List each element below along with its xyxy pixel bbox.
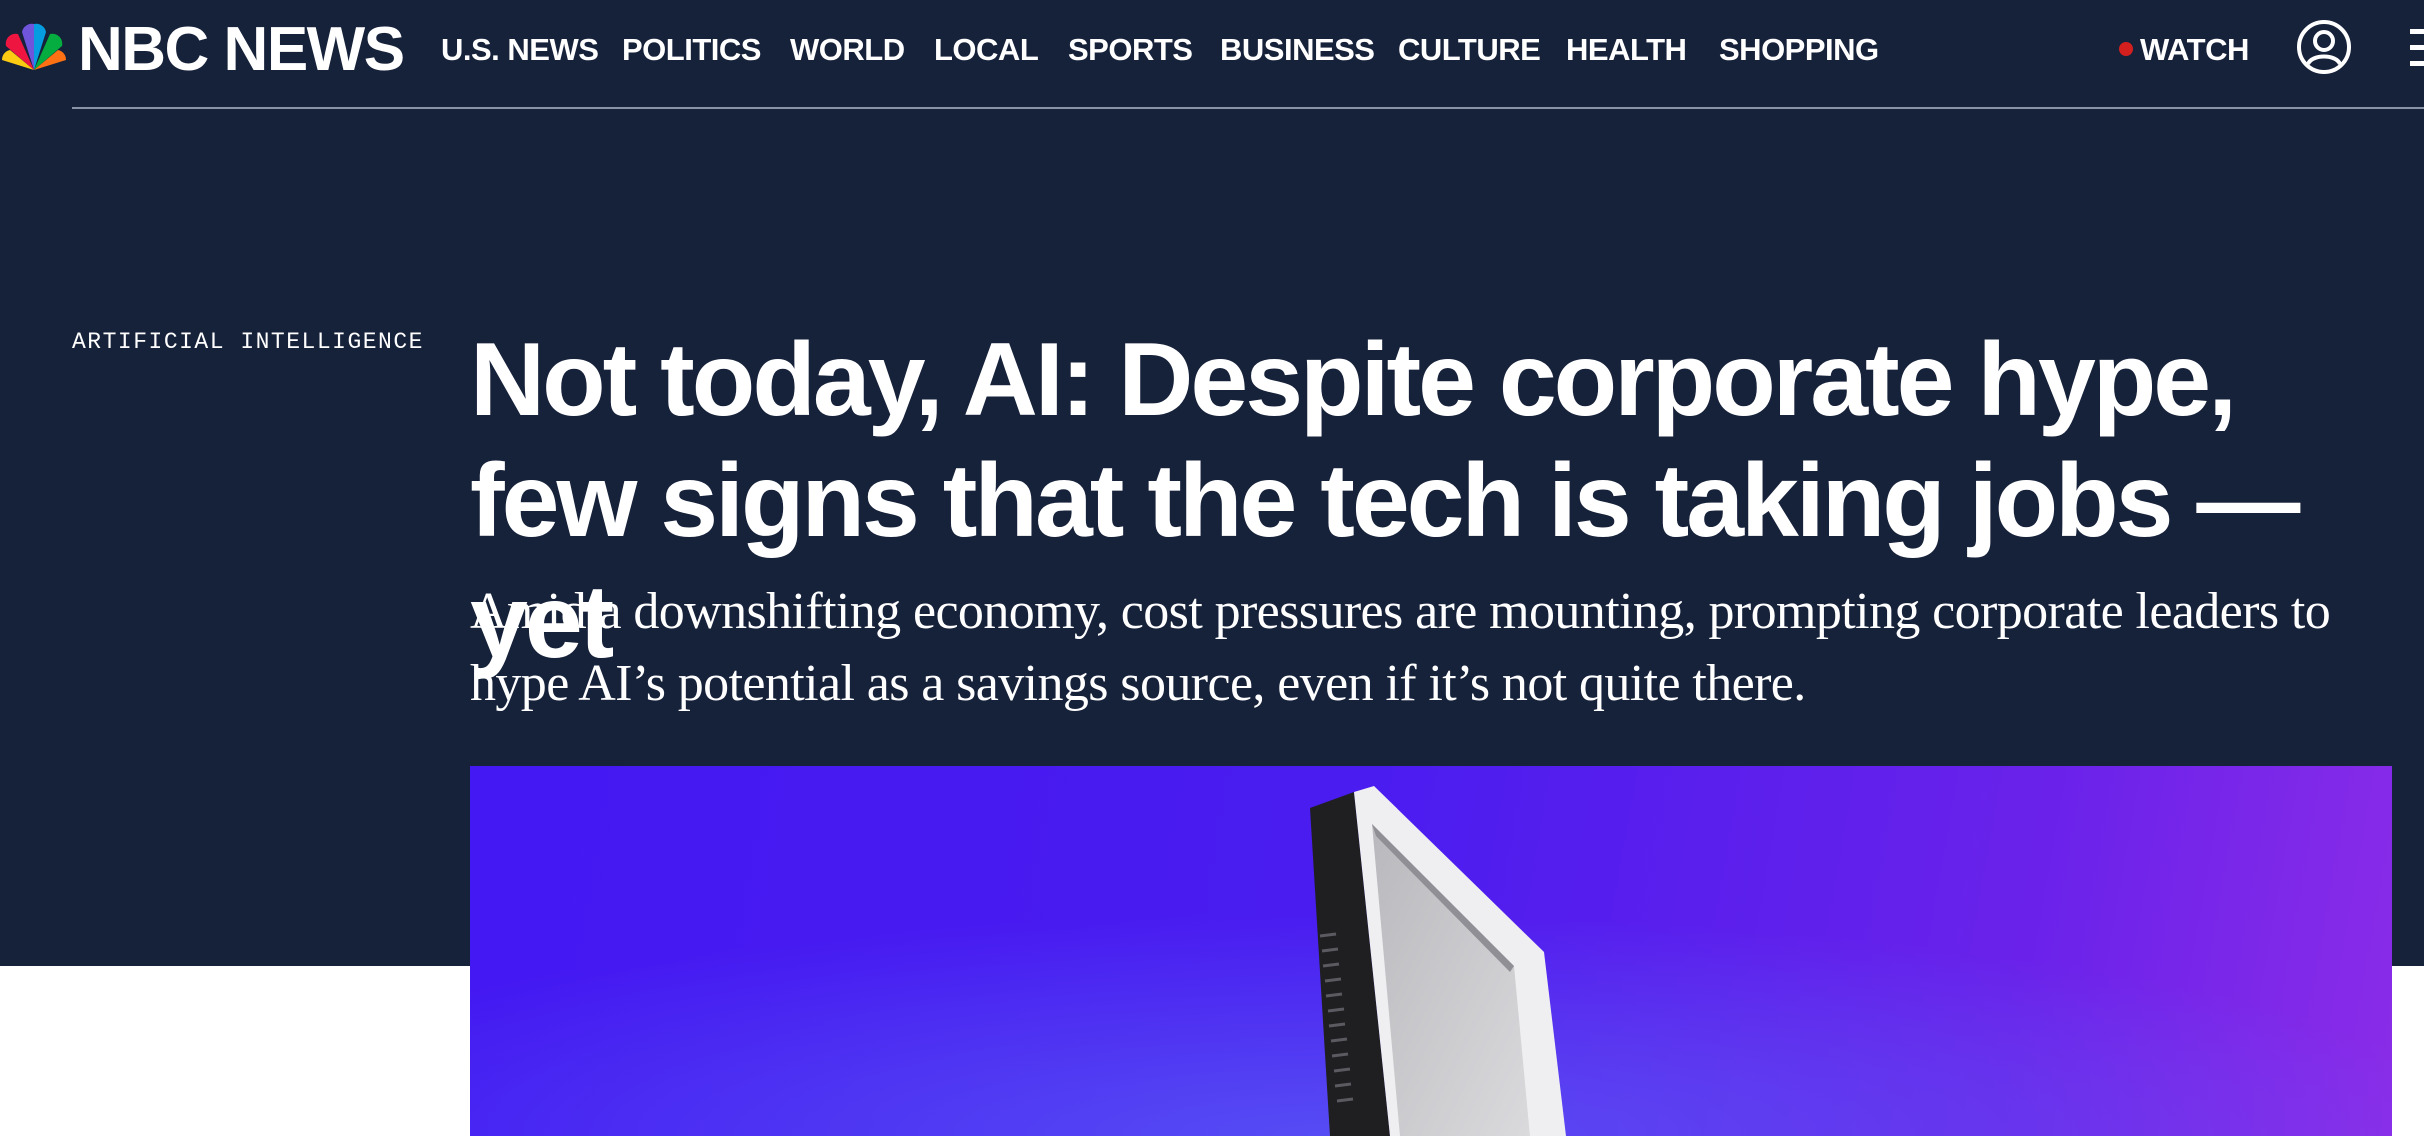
nav-divider [72, 107, 2424, 109]
nav-item-culture[interactable]: CULTURE [1398, 22, 1541, 78]
nav-item-world[interactable]: WORLD [790, 22, 905, 78]
nav-item-politics[interactable]: POLITICS [622, 22, 761, 78]
hamburger-menu-icon[interactable] [2410, 25, 2424, 71]
live-indicator-dot [2119, 42, 2133, 56]
nbc-peacock-icon[interactable] [0, 20, 68, 76]
section-label[interactable]: ARTIFICIAL INTELLIGENCE [72, 326, 424, 358]
account-icon[interactable] [2296, 19, 2352, 75]
top-navigation: NBC NEWS U.S. NEWS POLITICS WORLD LOCAL … [0, 0, 2424, 108]
computer-monitor-illustration [470, 766, 2392, 1136]
nav-item-business[interactable]: BUSINESS [1220, 22, 1375, 78]
article-dek: Amid a downshifting economy, cost pressu… [470, 583, 2331, 712]
nav-item-us-news[interactable]: U.S. NEWS [441, 22, 599, 78]
lead-image [470, 766, 2392, 1136]
nav-item-local[interactable]: LOCAL [934, 22, 1039, 78]
nav-item-shopping[interactable]: SHOPPING [1719, 22, 1879, 78]
watch-link[interactable]: WATCH [2140, 22, 2249, 78]
nav-item-health[interactable]: HEALTH [1566, 22, 1687, 78]
brand-logo-text[interactable]: NBC NEWS [78, 10, 405, 90]
nav-item-sports[interactable]: SPORTS [1068, 22, 1193, 78]
